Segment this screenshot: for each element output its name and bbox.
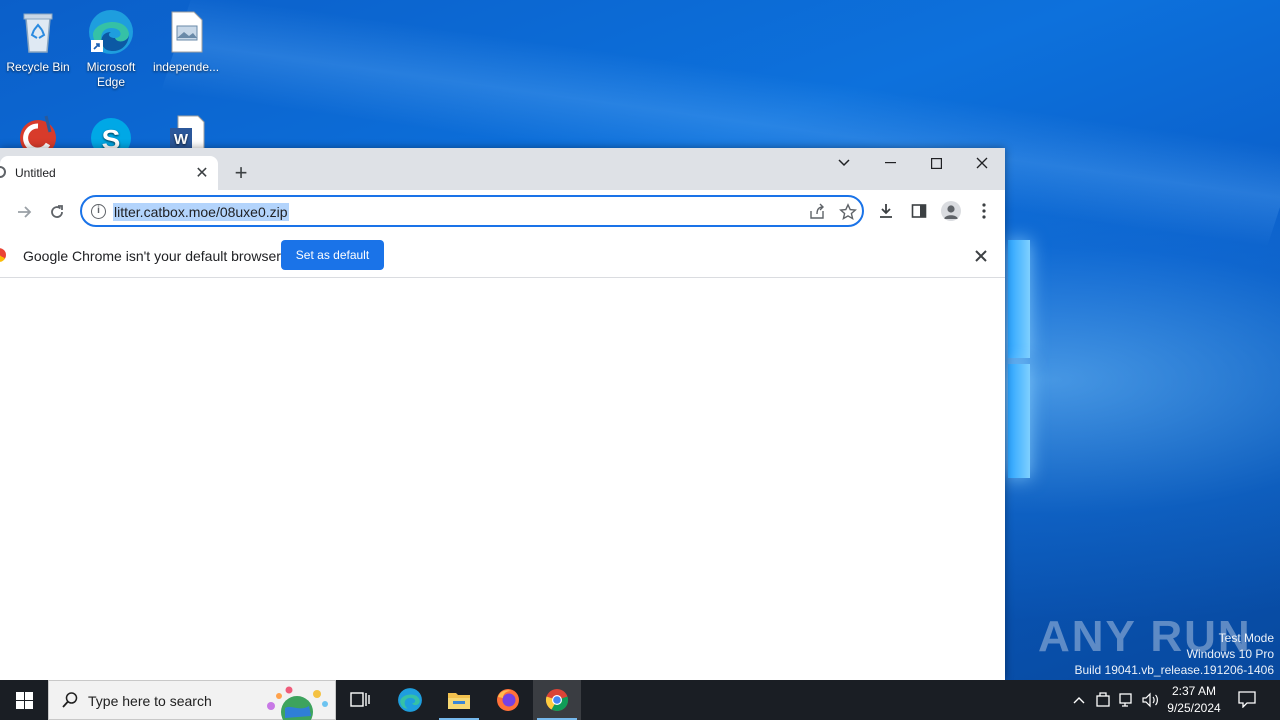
desktop-icon-edge[interactable]: Microsoft Edge [73, 8, 149, 90]
taskbar-chrome[interactable] [533, 680, 581, 720]
more-vertical-icon [982, 203, 986, 219]
infobar-close-button[interactable] [971, 246, 991, 266]
set-as-default-button[interactable]: Set as default [281, 240, 384, 270]
tray-network[interactable] [1118, 690, 1136, 710]
image-file-icon [162, 8, 210, 56]
action-center-button[interactable] [1238, 689, 1256, 709]
tab-untitled[interactable]: Untitled ✕ [0, 156, 218, 190]
avatar-icon [944, 205, 958, 219]
side-panel-icon [911, 204, 927, 218]
tab-strip: Untitled ✕ + [0, 148, 1005, 190]
maximize-button[interactable] [913, 148, 959, 178]
close-icon [975, 250, 987, 262]
maximize-icon [930, 157, 942, 169]
desktop-icon-label: Recycle Bin [6, 60, 70, 74]
desktop-icon-recycle-bin[interactable]: Recycle Bin [0, 8, 76, 75]
tab-search-button[interactable] [821, 148, 867, 178]
windows-start-icon [15, 691, 33, 709]
start-button[interactable] [0, 680, 48, 720]
firefox-icon [497, 689, 519, 711]
chevron-down-icon [838, 159, 850, 167]
taskbar-firefox[interactable] [484, 680, 532, 720]
volume-icon [1142, 692, 1158, 708]
tray-volume[interactable] [1142, 690, 1160, 710]
notification-icon [1238, 691, 1256, 708]
tab-favicon-icon [0, 166, 6, 178]
watermark-line: Windows 10 Pro [1186, 647, 1274, 661]
chrome-window: Untitled ✕ + i litter.catbox.moe/08uxe0.… [0, 148, 1005, 680]
reload-icon [51, 205, 63, 218]
watermark-line: Test Mode [1218, 631, 1274, 645]
arrow-right-icon [18, 206, 32, 218]
tray-defender[interactable] [1094, 690, 1112, 710]
edge-icon [398, 688, 422, 712]
menu-button[interactable] [976, 202, 992, 220]
infobar-message: Google Chrome isn't your default browser [23, 248, 281, 264]
watermark-line: Build 19041.vb_release.191206-1406 [1074, 663, 1275, 677]
defender-icon [1096, 692, 1110, 707]
close-window-button[interactable] [959, 148, 1005, 178]
default-browser-infobar: Google Chrome isn't your default browser… [0, 234, 1005, 278]
svg-text:W: W [174, 131, 189, 148]
show-hidden-icons-button[interactable] [1070, 690, 1088, 710]
taskbar-search-box[interactable]: Type here to search [48, 680, 336, 720]
minimize-icon [884, 162, 896, 164]
download-icon [880, 204, 892, 218]
side-panel-button[interactable] [911, 203, 927, 224]
test-mode-watermark: Test Mode Windows 10 Pro Build 19041.vb_… [1075, 630, 1275, 678]
chrome-icon [545, 689, 569, 712]
profile-button[interactable] [941, 201, 961, 221]
desktop-icon-label: independe... [152, 60, 220, 74]
page-content [0, 279, 1005, 680]
recycle-bin-icon [14, 8, 62, 56]
task-view-icon [350, 692, 370, 707]
taskbar-edge[interactable] [386, 680, 434, 720]
network-icon [1119, 693, 1132, 707]
address-bar[interactable]: i litter.catbox.moe/08uxe0.zip [80, 195, 864, 227]
taskbar-file-explorer[interactable] [435, 680, 483, 720]
search-icon [62, 692, 78, 708]
file-explorer-icon [448, 693, 470, 709]
clock-date: 9/25/2024 [1167, 701, 1221, 715]
tab-title: Untitled [15, 166, 56, 180]
desktop-icon-independe[interactable]: independe... [148, 8, 224, 75]
search-placeholder: Type here to search [88, 693, 212, 709]
bookmark-star-icon[interactable] [839, 203, 857, 226]
chevron-up-icon [1073, 697, 1085, 704]
site-info-icon[interactable]: i [91, 204, 106, 219]
search-highlight-globe-icon [267, 686, 328, 720]
chrome-logo-icon [0, 248, 6, 262]
close-icon [976, 157, 988, 169]
share-icon[interactable] [808, 203, 826, 226]
new-tab-button[interactable]: + [228, 160, 254, 186]
clock-time: 2:37 AM [1171, 684, 1217, 698]
desktop-icon-label: Microsoft Edge [86, 60, 136, 89]
tab-close-icon[interactable]: ✕ [192, 163, 212, 183]
minimize-button[interactable] [867, 148, 913, 178]
taskbar-clock[interactable]: 2:37 AM 9/25/2024 [1162, 683, 1226, 717]
reload-button[interactable] [43, 198, 71, 226]
url-text[interactable]: litter.catbox.moe/08uxe0.zip [113, 203, 289, 221]
edge-icon [87, 8, 135, 56]
taskbar: Type here to search 2:37 AM 9/25/2024 [0, 680, 1280, 720]
forward-button[interactable] [10, 198, 38, 226]
taskbar-task-view[interactable] [336, 680, 384, 720]
downloads-button[interactable] [877, 202, 895, 225]
